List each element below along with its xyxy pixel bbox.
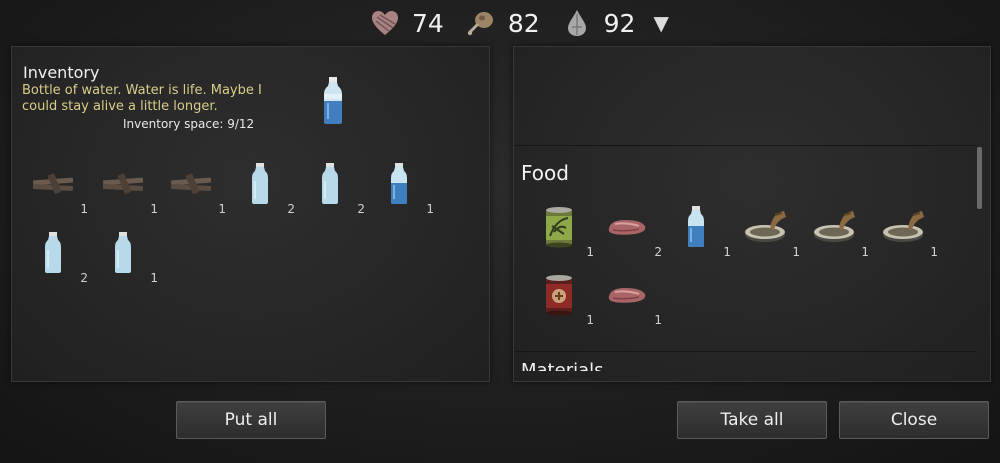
container-scrollbar[interactable]: [976, 145, 984, 377]
take-all-button[interactable]: Take all: [677, 401, 827, 439]
empty-bottle-icon: [26, 229, 80, 277]
water-stat: 92: [562, 8, 636, 38]
container-slot[interactable]: 1: [738, 203, 800, 259]
scrollbar-thumb[interactable]: [977, 147, 982, 209]
section-divider: [514, 351, 976, 352]
item-quantity: 1: [586, 313, 594, 327]
meat-icon: [466, 8, 496, 38]
item-quantity: 1: [654, 313, 662, 327]
red-can-icon: [532, 271, 586, 319]
inventory-slot[interactable]: 1: [96, 229, 158, 285]
water-bottle-icon: [372, 160, 426, 208]
item-quantity: 2: [654, 245, 662, 259]
section-title-food: Food: [521, 161, 569, 185]
wooden-planks-icon: [26, 160, 80, 208]
raw-meat-icon: [600, 271, 654, 319]
inventory-title: Inventory: [23, 63, 100, 82]
sardine-can-icon: [738, 203, 792, 251]
inventory-slot[interactable]: 2: [26, 229, 88, 285]
green-can-icon: [532, 203, 586, 251]
container-slot[interactable]: 1: [532, 203, 594, 259]
inventory-slot[interactable]: 1: [164, 160, 226, 216]
empty-bottle-icon: [233, 160, 287, 208]
sardine-can-icon: [876, 203, 930, 251]
inventory-slot[interactable]: 1: [372, 160, 434, 216]
container-slot[interactable]: 1: [532, 271, 594, 327]
item-quantity: 2: [80, 271, 88, 285]
item-description: Bottle of water. Water is life. Maybe I …: [22, 83, 262, 114]
item-quantity: 1: [150, 271, 158, 285]
put-all-button[interactable]: Put all: [176, 401, 326, 439]
container-slot[interactable]: 1: [876, 203, 938, 259]
item-quantity: 1: [150, 202, 158, 216]
inventory-slot[interactable]: 2: [303, 160, 365, 216]
health-stat: 74: [370, 8, 444, 38]
item-quantity: 1: [723, 245, 731, 259]
section-title-materials: Materials: [521, 360, 604, 371]
item-quantity: 1: [426, 202, 434, 216]
inventory-slot[interactable]: 2: [233, 160, 295, 216]
section-divider: [514, 145, 976, 146]
item-quantity: 2: [357, 202, 365, 216]
container-slot[interactable]: 1: [669, 203, 731, 259]
empty-bottle-icon: [96, 229, 150, 277]
container-slot[interactable]: 1: [600, 271, 662, 327]
status-dropdown-toggle[interactable]: ▼: [653, 11, 668, 35]
container-slot[interactable]: 1: [807, 203, 869, 259]
water-bottle-icon: [669, 203, 723, 251]
raw-meat-icon: [600, 203, 654, 251]
health-value: 74: [412, 8, 444, 38]
item-quantity: 1: [80, 202, 88, 216]
water-value: 92: [603, 8, 636, 38]
sardine-can-icon: [807, 203, 861, 251]
wooden-planks-icon: [164, 160, 218, 208]
selected-item-preview: [322, 77, 344, 129]
item-quantity: 1: [586, 245, 594, 259]
water-bottle-icon: [324, 77, 342, 124]
container-slot[interactable]: 2: [600, 203, 662, 259]
status-bar: 74 82 92 ▼: [370, 6, 669, 40]
wooden-planks-icon: [96, 160, 150, 208]
food-value: 82: [507, 8, 540, 38]
water-drop-icon: [562, 8, 592, 38]
item-quantity: 1: [861, 245, 869, 259]
inventory-slot[interactable]: 1: [96, 160, 158, 216]
item-quantity: 1: [930, 245, 938, 259]
food-stat: 82: [466, 8, 540, 38]
item-quantity: 1: [792, 245, 800, 259]
inventory-slot[interactable]: 1: [26, 160, 88, 216]
empty-bottle-icon: [303, 160, 357, 208]
close-button[interactable]: Close: [839, 401, 989, 439]
container-panel: Food 1 2 1 1 1 1 1 1 Materials: [513, 46, 991, 382]
item-quantity: 1: [218, 202, 226, 216]
heart-icon: [370, 8, 400, 38]
inventory-space: Inventory space: 9/12: [123, 117, 255, 131]
inventory-panel: Inventory Bottle of water. Water is life…: [11, 46, 490, 382]
item-quantity: 2: [287, 202, 295, 216]
